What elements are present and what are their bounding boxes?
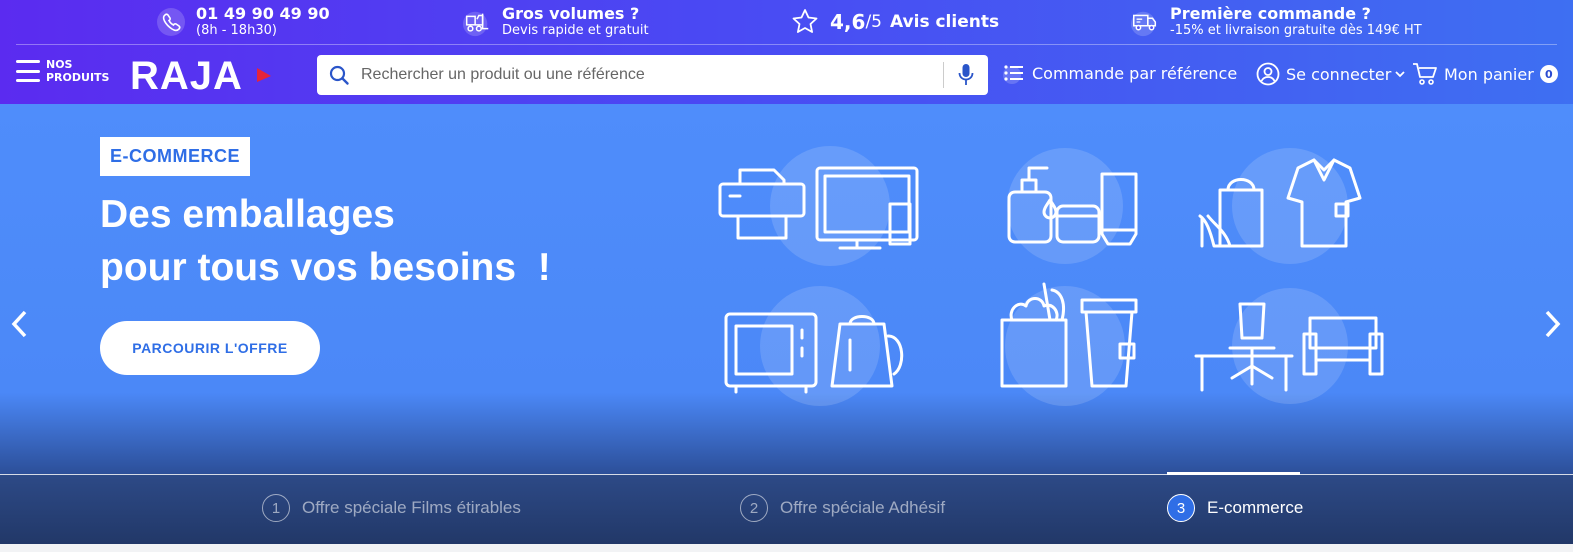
search-icon[interactable] [317,55,361,95]
rating-label: Avis clients [889,12,1000,32]
user-icon [1256,62,1280,86]
headline-line2: pour tous vos besoins ! [100,246,551,289]
chevron-down-icon [1395,71,1405,78]
customer-rating[interactable]: 4,6 /5 Avis clients [790,0,999,44]
headline-line1: Des emballages [100,193,395,236]
hamburger-icon [16,60,40,82]
chevron-left-icon [11,310,27,338]
browse-offer-button[interactable]: PARCOURIR L'OFFRE [100,321,320,375]
phone-number: 01 49 90 49 90 [196,4,330,23]
chevron-right-icon [1545,310,1561,338]
cart-label: Mon panier [1444,64,1534,84]
order-by-reference-link[interactable]: Commande par référence [1002,62,1237,84]
phone-contact[interactable]: 01 49 90 49 90 (8h - 18h30) [156,0,330,44]
raja-logo[interactable]: RAJA [130,54,271,98]
login-label: Se connecter [1286,64,1392,84]
slide-tab-3[interactable]: 3 E-commerce [1167,494,1303,522]
cart-link[interactable]: Mon panier 0 [1412,62,1558,86]
hero-headline: Des emballages pour tous vos besoins ! [100,188,551,294]
cart-count-badge: 0 [1539,65,1558,83]
slide-tab-number: 1 [262,494,290,522]
bulk-quote[interactable]: Gros volumes ? Devis rapide et gratuit [462,0,649,44]
first-order-subtitle: -15% et livraison gratuite dès 149€ HT [1170,23,1422,38]
star-icon [790,7,820,37]
slide-tab-label: Offre spéciale Adhésif [780,498,946,517]
hero-tag: E-COMMERCE [100,137,250,176]
logo-text: RAJA [130,54,243,98]
products-menu-button[interactable]: NOS PRODUITS [16,58,109,84]
slider-prev-arrow[interactable] [4,304,34,344]
forklift-icon [462,7,492,37]
logo-flag-icon [257,68,271,82]
products-illustration [718,146,1384,406]
menu-label-line2: PRODUITS [46,71,110,84]
truck-icon [1130,7,1160,37]
list-icon [1002,62,1026,84]
search-input[interactable] [361,56,943,94]
first-order-title: Première commande ? [1170,4,1371,23]
slide-tab-2[interactable]: 2 Offre spéciale Adhésif [740,494,945,522]
page-content-edge [0,544,1573,552]
cart-icon [1412,62,1438,86]
slide-tab-label: E-commerce [1207,498,1304,517]
slide-tab-number: 2 [740,494,768,522]
slider-next-arrow[interactable] [1538,304,1568,344]
header-divider [16,44,1557,45]
rating-score: 4,6 [830,10,866,34]
active-tab-indicator [1167,472,1300,475]
bulk-title: Gros volumes ? [502,4,640,23]
slide-tab-label: Offre spéciale Films étirables [302,498,521,517]
slide-tab-number: 3 [1167,494,1195,522]
main-nav: NOS PRODUITS RAJA Rechercher un produit … [0,46,1573,104]
bulk-subtitle: Devis rapide et gratuit [502,23,649,38]
hero-banner: E-COMMERCE Des emballages pour tous vos … [0,104,1573,474]
slide-tab-1[interactable]: 1 Offre spéciale Films étirables [262,494,521,522]
login-link[interactable]: Se connecter [1256,62,1406,86]
header: 01 49 90 49 90 (8h - 18h30) Gros volumes… [0,0,1573,104]
menu-label-line1: NOS [46,58,73,71]
info-bar: 01 49 90 49 90 (8h - 18h30) Gros volumes… [0,0,1573,44]
order-by-reference-label: Commande par référence [1032,63,1238,83]
phone-icon [156,7,186,37]
search-bar [317,55,988,95]
tabs-top-line [0,474,1573,475]
microphone-icon[interactable] [944,55,988,95]
slider-tabs: 1 Offre spéciale Films étirables 2 Offre… [0,472,1573,544]
phone-hours: (8h - 18h30) [196,23,277,38]
first-order-offer[interactable]: Première commande ? -15% et livraison gr… [1130,0,1422,44]
rating-scale: /5 [865,12,882,32]
